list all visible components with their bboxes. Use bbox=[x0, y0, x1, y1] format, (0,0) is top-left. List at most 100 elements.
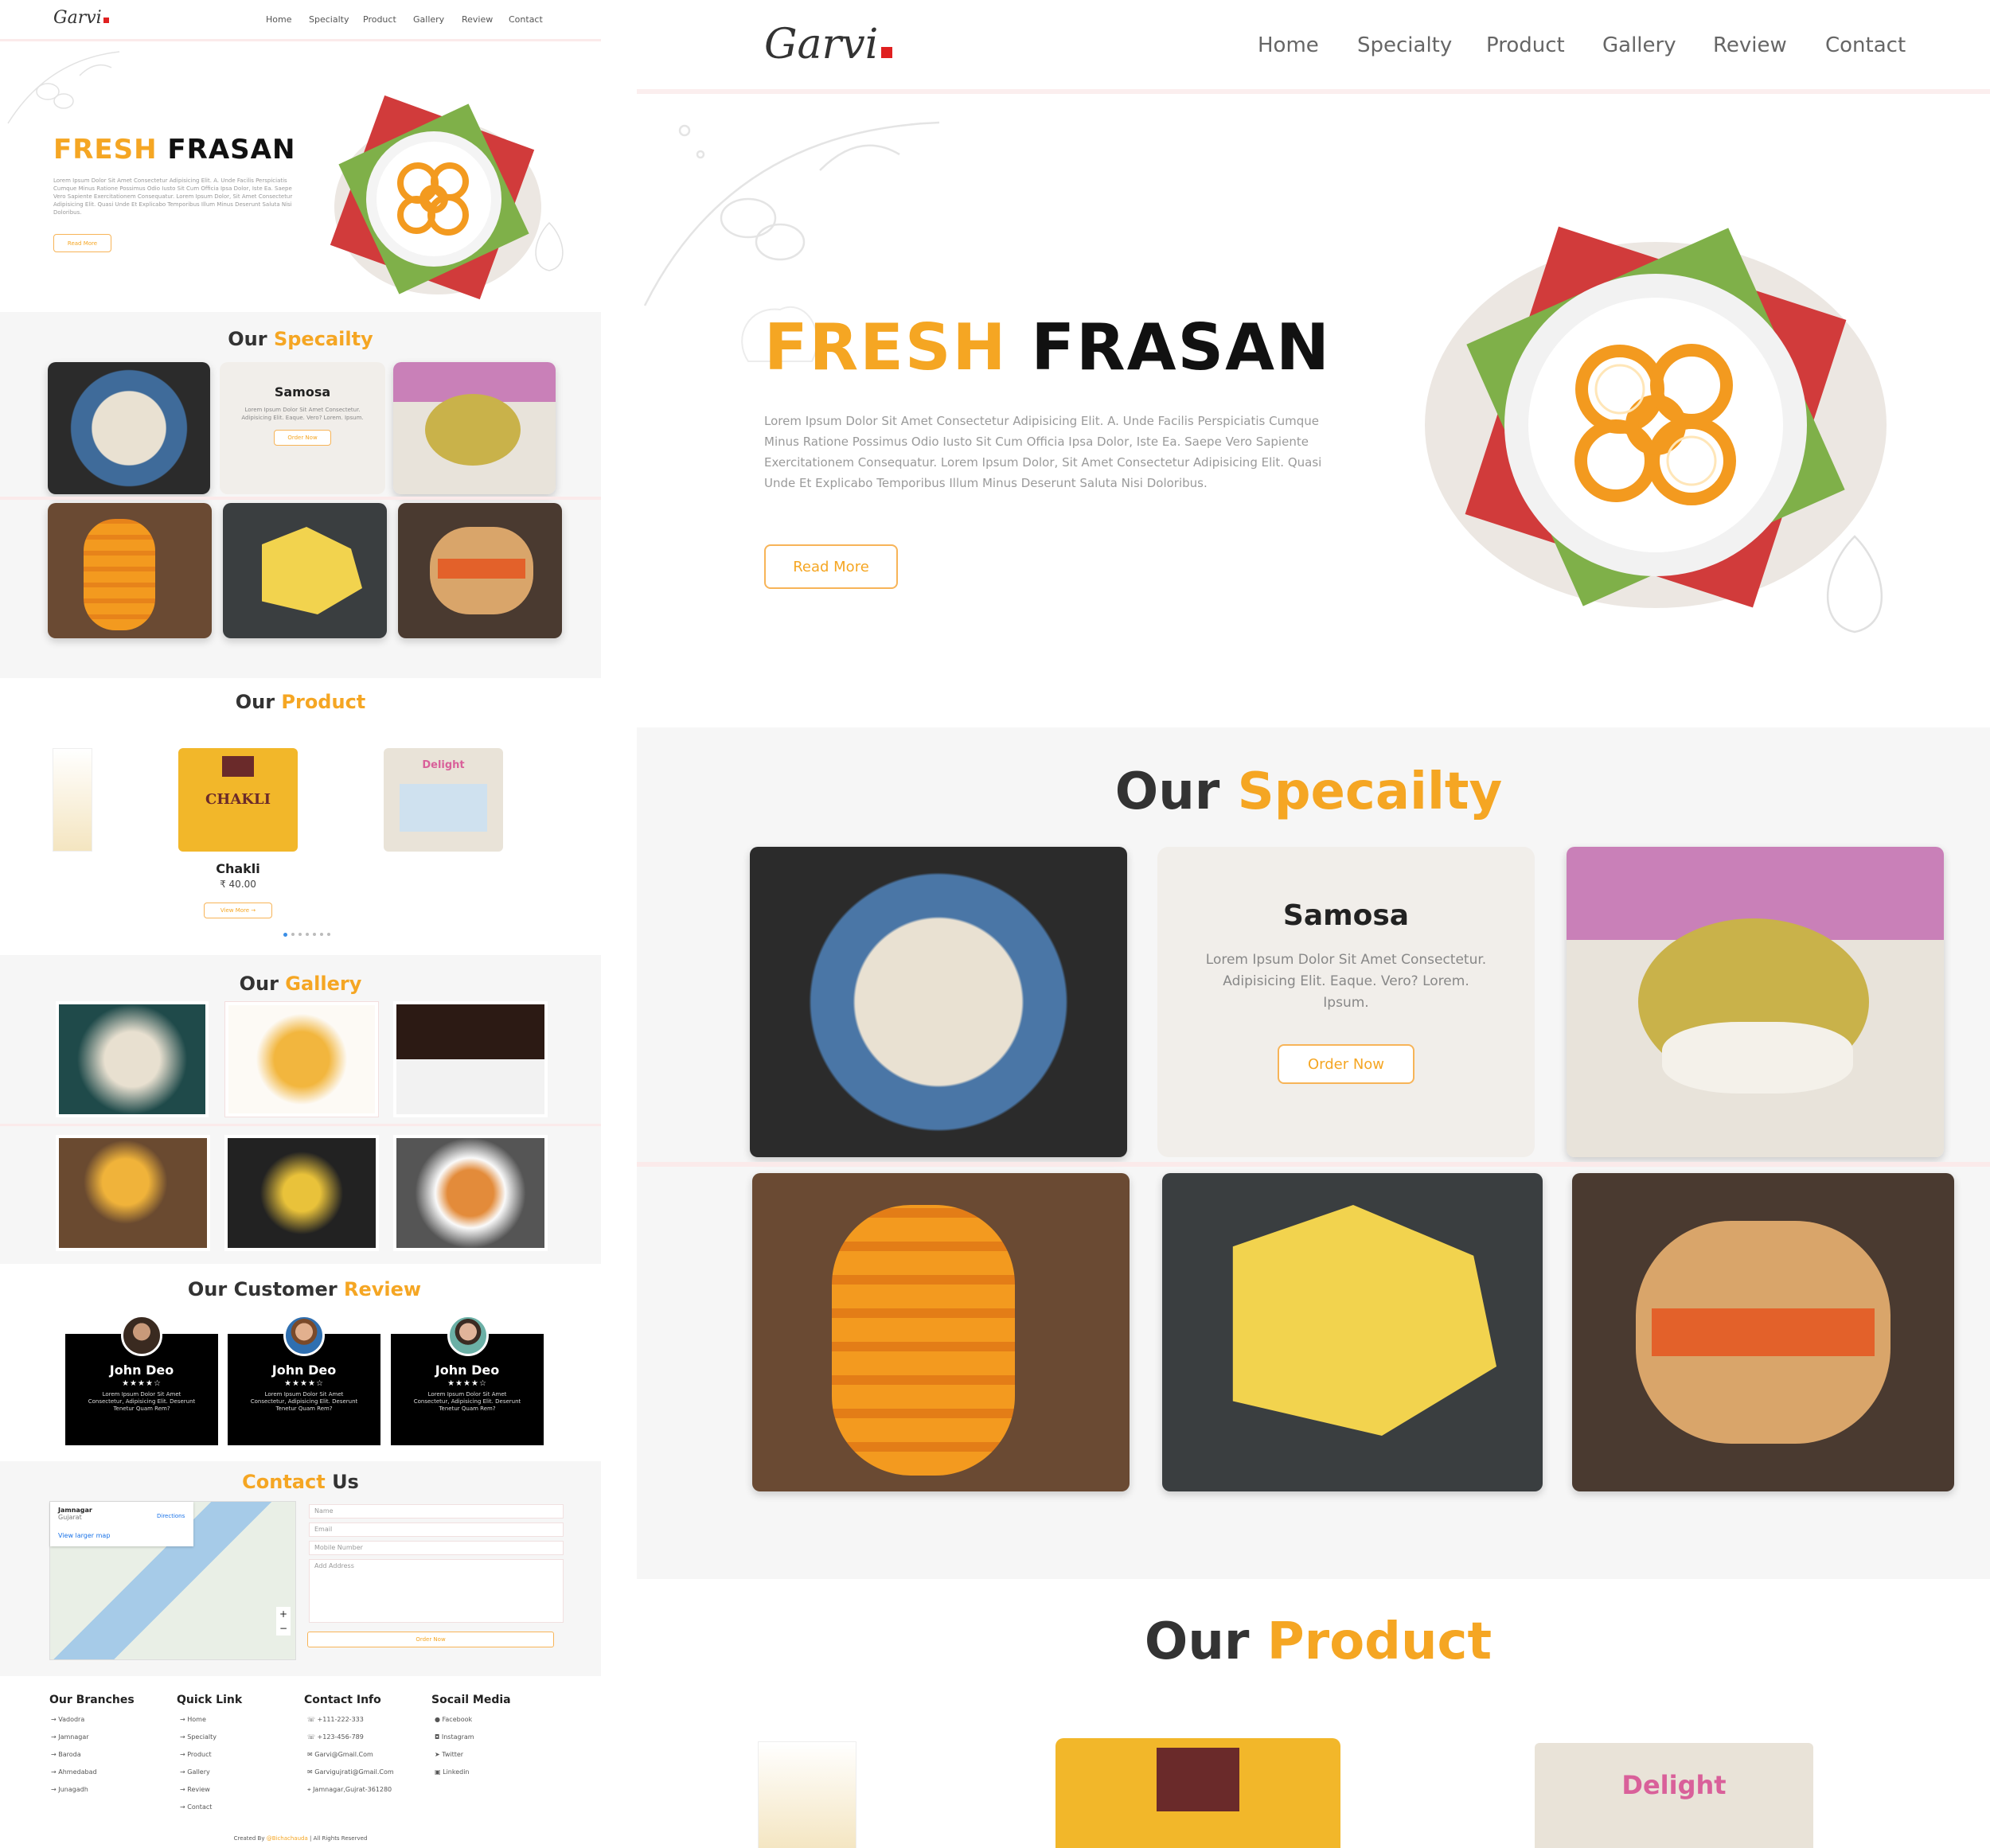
specialty-card-samosa[interactable]: Samosa Lorem Ipsum Dolor Sit Amet Consec… bbox=[1157, 847, 1535, 1157]
specialty-title: Our Specailty bbox=[1114, 762, 1503, 821]
logo[interactable]: Garvi bbox=[53, 8, 109, 28]
garlic-doodle bbox=[535, 221, 564, 271]
footer-link[interactable]: → Contact bbox=[180, 1803, 212, 1811]
footer-link[interactable]: → Review bbox=[180, 1786, 210, 1793]
map-zoom-controls[interactable]: + − bbox=[276, 1607, 291, 1636]
nav-gallery[interactable]: Gallery bbox=[413, 14, 444, 25]
review-title: Our Customer Review bbox=[187, 1278, 422, 1300]
product-title: Our Product bbox=[235, 691, 366, 713]
specialty-card-text: Lorem Ipsum Dolor Sit Amet Consectetur. … bbox=[1205, 952, 1487, 1011]
mobile-input[interactable]: Mobile Number bbox=[309, 1541, 564, 1555]
order-now-button[interactable]: Order Now bbox=[1278, 1044, 1414, 1084]
contact-title: Contact Us bbox=[242, 1471, 359, 1493]
carousel-dots[interactable] bbox=[283, 933, 330, 937]
nav-contact[interactable]: Contact bbox=[509, 14, 543, 25]
order-now-button[interactable]: Order Now bbox=[274, 430, 331, 446]
view-more-button[interactable]: View More → bbox=[204, 903, 272, 918]
order-now-submit[interactable]: Order Now bbox=[307, 1632, 554, 1647]
product-pack-delight: Delight bbox=[1535, 1743, 1813, 1848]
hero-description: Lorem Ipsum Dolor Sit Amet Consectetur A… bbox=[53, 177, 293, 216]
specialty-photo-chaat bbox=[750, 847, 1127, 1157]
hero-title: FRESH FRASAN bbox=[764, 310, 1331, 384]
logo[interactable]: Garvi bbox=[764, 21, 893, 68]
footer-info-item: ☏ +111-222-333 bbox=[307, 1716, 364, 1723]
gallery-item[interactable] bbox=[224, 1001, 379, 1117]
divider bbox=[0, 1124, 601, 1126]
footer-info-item: ✉ Garvigujrati@Gmail.Com bbox=[307, 1768, 394, 1776]
footer: Our Branches → Vadodra → Jamnagar → Baro… bbox=[0, 1676, 601, 1848]
gallery-item[interactable] bbox=[393, 1001, 548, 1117]
specialty-photo-jalebi bbox=[752, 1173, 1130, 1491]
read-more-button[interactable]: Read More bbox=[764, 544, 898, 589]
nav-product[interactable]: Product bbox=[1486, 33, 1565, 57]
footer-info-item: ✉ Garvi@Gmail.Com bbox=[307, 1751, 373, 1758]
review-section: Our Customer Review John Deo ★★★★☆ Lorem I… bbox=[0, 1264, 601, 1461]
gallery-item[interactable] bbox=[224, 1135, 379, 1251]
specialty-photo-vadapav bbox=[1572, 1173, 1954, 1491]
nav-home[interactable]: Home bbox=[1258, 33, 1319, 57]
instagram-link[interactable]: ◘ Instagram bbox=[435, 1733, 474, 1741]
address-textarea[interactable]: Add Address bbox=[309, 1559, 564, 1623]
footer-link[interactable]: → Specialty bbox=[180, 1733, 217, 1741]
nav-gallery[interactable]: Gallery bbox=[1602, 33, 1676, 57]
zoomed-preview: Garvi Home Specialty Product Gallery Rev… bbox=[637, 0, 1990, 1848]
product-section: Our Product CHAKLI Delight Chakli ₹ 40.0… bbox=[0, 678, 601, 955]
read-more-button[interactable]: Read More bbox=[53, 234, 111, 252]
footer-link[interactable]: → Gallery bbox=[180, 1768, 210, 1776]
contact-section: Contact Us Jamnagar Gujarat View larger … bbox=[0, 1461, 601, 1676]
product-pack-left bbox=[53, 748, 92, 852]
divider bbox=[637, 1162, 1990, 1167]
specialty-photo-jalebi bbox=[48, 503, 212, 638]
gallery-item[interactable] bbox=[56, 1135, 210, 1251]
product-name: Chakli bbox=[216, 861, 260, 876]
twitter-link[interactable]: ➤ Twitter bbox=[435, 1751, 463, 1758]
product-pack-delight: Delight bbox=[384, 748, 503, 852]
footer-link[interactable]: → Vadodra bbox=[51, 1716, 84, 1723]
directions-link[interactable]: Directions bbox=[157, 1513, 185, 1519]
specialty-card-samosa[interactable]: Samosa Lorem Ipsum Dolor Sit Amet Consec… bbox=[220, 362, 385, 494]
nav-specialty[interactable]: Specialty bbox=[309, 14, 349, 25]
gallery-title: Our Gallery bbox=[239, 973, 362, 995]
gallery-item[interactable] bbox=[56, 1001, 209, 1117]
product-title: Our Product bbox=[1144, 1612, 1492, 1671]
avatar bbox=[283, 1315, 325, 1356]
footer-link[interactable]: → Jamnagar bbox=[51, 1733, 89, 1741]
footer-credit: Created By @Bichachauda | All Rights Res… bbox=[233, 1835, 368, 1842]
specialty-section: Our Specailty Samosa Lorem Ipsum Dolor S… bbox=[0, 312, 601, 678]
avatar bbox=[447, 1315, 489, 1356]
nav-product[interactable]: Product bbox=[363, 14, 396, 25]
nav-home[interactable]: Home bbox=[266, 14, 291, 25]
nav-specialty[interactable]: Specialty bbox=[1357, 33, 1452, 57]
map-embed[interactable]: Jamnagar Gujarat View larger map Directi… bbox=[49, 1501, 296, 1660]
specialty-photo-vadapav bbox=[398, 503, 562, 638]
email-input[interactable]: Email bbox=[309, 1522, 564, 1537]
nav-contact[interactable]: Contact bbox=[1825, 33, 1906, 57]
footer-link[interactable]: → Product bbox=[180, 1751, 212, 1758]
view-larger-map-link[interactable]: View larger map bbox=[58, 1532, 185, 1539]
facebook-link[interactable]: ● Facebook bbox=[435, 1716, 472, 1723]
footer-link[interactable]: → Home bbox=[180, 1716, 206, 1723]
map-info-card: Jamnagar Gujarat View larger map bbox=[50, 1502, 193, 1546]
header: Garvi Home Specialty Product Gallery Rev… bbox=[0, 0, 601, 41]
logo-text: Garvi bbox=[764, 21, 879, 68]
specialty-photo-dabeli bbox=[1567, 847, 1944, 1157]
hero-description: Lorem Ipsum Dolor Sit Amet Consectetur A… bbox=[764, 414, 1322, 490]
hero-title: FRESH FRASAN bbox=[53, 134, 296, 166]
name-input[interactable]: Name bbox=[309, 1504, 564, 1519]
footer-branches-title: Our Branches bbox=[49, 1694, 135, 1706]
specialty-card-text: Lorem Ipsum Dolor Sit Amet Consectetur. … bbox=[241, 407, 364, 421]
footer-link[interactable]: → Ahmedabad bbox=[51, 1768, 97, 1776]
footer-info-title: Contact Info bbox=[304, 1694, 381, 1706]
nav-review[interactable]: Review bbox=[1713, 33, 1787, 57]
gallery-section: Our Gallery bbox=[0, 955, 601, 1264]
footer-link[interactable]: → Baroda bbox=[51, 1751, 81, 1758]
product-section: Our Product Delight bbox=[637, 1579, 1990, 1848]
footer-link[interactable]: → Junagadh bbox=[51, 1786, 88, 1793]
divider bbox=[0, 497, 601, 500]
credit-link[interactable]: @Bichachauda bbox=[267, 1835, 308, 1842]
nav-review[interactable]: Review bbox=[462, 14, 493, 25]
footer-info-item: ⌖ Jamnagar,Gujrat-361280 bbox=[307, 1786, 392, 1793]
gallery-item[interactable] bbox=[393, 1135, 548, 1251]
linkedin-link[interactable]: ▣ Linkedin bbox=[435, 1768, 470, 1776]
footer-quick-title: Quick Link bbox=[177, 1694, 243, 1706]
